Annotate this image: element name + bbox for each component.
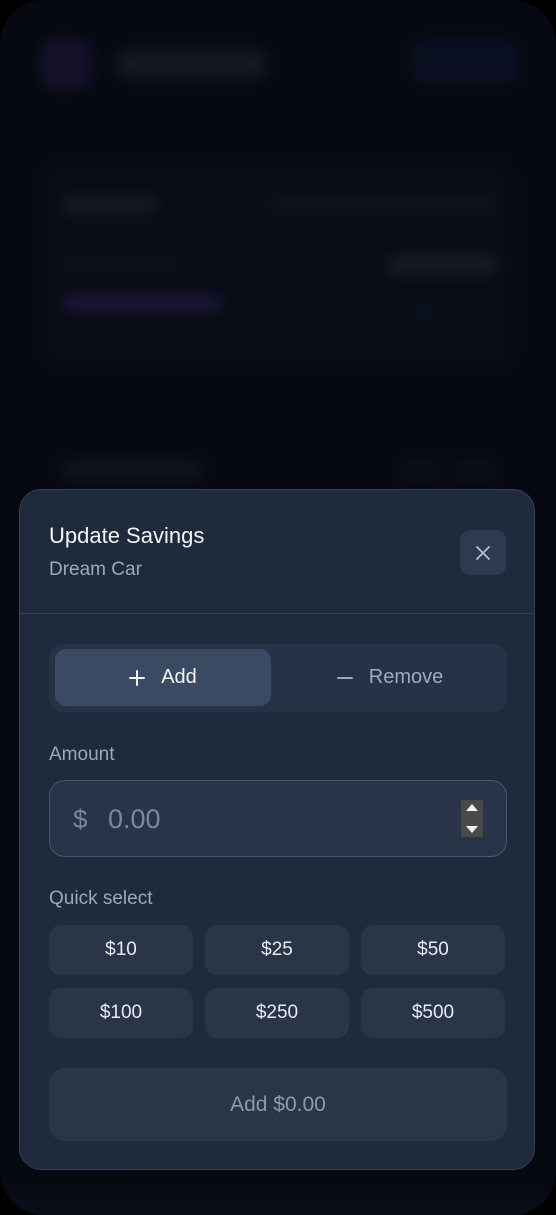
amount-input[interactable] — [108, 795, 438, 843]
amount-label: Amount — [49, 744, 115, 765]
add-remove-toggle: Add Remove — [49, 644, 507, 712]
stepper-up-icon[interactable] — [466, 804, 478, 811]
close-button[interactable] — [460, 530, 506, 575]
close-icon — [476, 545, 490, 560]
quick-select-500[interactable]: $500 — [361, 988, 505, 1038]
update-savings-modal: Update Savings Dream Car Add Remove Amou… — [19, 489, 535, 1170]
quick-select-10[interactable]: $10 — [49, 925, 193, 975]
add-mode-label: Add — [161, 666, 197, 688]
amount-field: $ — [49, 780, 507, 857]
modal-title: Update Savings — [49, 523, 205, 548]
quick-select-25[interactable]: $25 — [205, 925, 349, 975]
minus-icon — [336, 676, 353, 679]
modal-header: Update Savings Dream Car — [20, 490, 534, 614]
quick-select-label: Quick select — [49, 888, 153, 909]
remove-mode-label: Remove — [368, 666, 444, 688]
submit-button[interactable]: Add $0.00 — [49, 1068, 507, 1141]
currency-symbol: $ — [73, 804, 88, 834]
stepper-down-icon[interactable] — [466, 826, 478, 833]
plus-icon — [129, 669, 146, 686]
quick-select-grid: $10 $25 $50 $100 $250 $500 — [49, 925, 507, 1038]
phone-screen: Update Savings Dream Car Add Remove Amou… — [0, 0, 556, 1215]
amount-stepper[interactable] — [461, 800, 483, 837]
remove-mode-button[interactable]: Remove — [279, 649, 501, 706]
add-mode-button[interactable]: Add — [55, 649, 271, 706]
quick-select-250[interactable]: $250 — [205, 988, 349, 1038]
modal-subtitle: Dream Car — [49, 559, 142, 580]
quick-select-100[interactable]: $100 — [49, 988, 193, 1038]
quick-select-50[interactable]: $50 — [361, 925, 505, 975]
